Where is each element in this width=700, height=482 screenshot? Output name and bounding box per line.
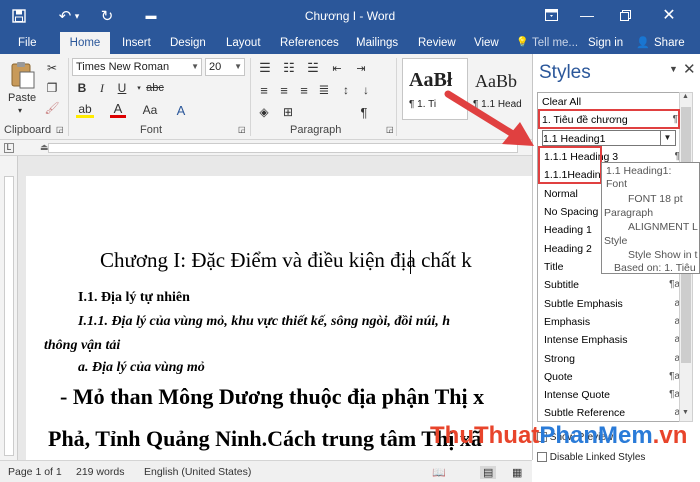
watermark-logo: ThuThuatPhanMem.vn bbox=[430, 422, 687, 450]
web-layout-icon[interactable]: ▦ bbox=[512, 466, 522, 479]
status-bar: Page 1 of 1 219 words English (United St… bbox=[0, 460, 532, 482]
page-count[interactable]: Page 1 of 1 bbox=[8, 466, 62, 478]
word-count[interactable]: 219 words bbox=[76, 466, 124, 478]
watermark-part: PhanMem bbox=[539, 422, 653, 449]
print-layout-icon[interactable]: ▤ bbox=[480, 466, 497, 479]
language-indicator[interactable]: English (United States) bbox=[144, 466, 251, 478]
annotation-arrow bbox=[444, 90, 534, 146]
read-mode-icon[interactable]: 📖 bbox=[432, 466, 446, 479]
watermark-part: .vn bbox=[652, 422, 688, 449]
watermark-part: ThuThuat bbox=[430, 422, 540, 449]
